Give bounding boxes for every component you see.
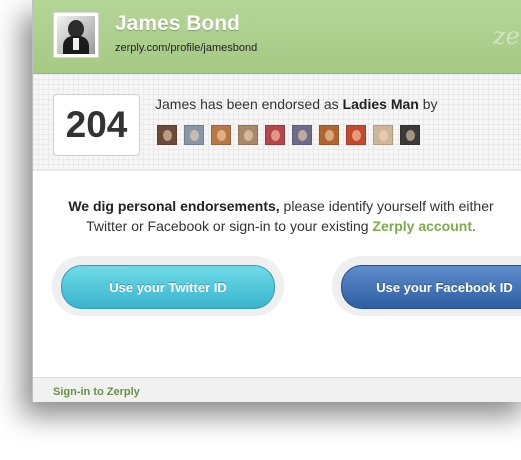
profile-header: James Bond zerply.com/profile/jamesbond … xyxy=(33,0,521,74)
endorser-avatar[interactable] xyxy=(157,125,177,145)
profile-url: zerply.com/profile/jamesbond xyxy=(115,42,258,54)
endorser-avatar[interactable] xyxy=(346,125,366,145)
zerply-account-link[interactable]: Zerply account xyxy=(372,218,472,234)
identify-message: We dig personal endorsements, please ide… xyxy=(33,196,521,236)
endorsement-prefix: James has been endorsed as xyxy=(155,96,343,112)
endorser-avatar[interactable] xyxy=(373,125,393,145)
endorsement-title: Ladies Man xyxy=(342,96,419,112)
endorser-avatar[interactable] xyxy=(292,125,312,145)
endorser-avatar[interactable] xyxy=(238,125,258,145)
zerply-logo-watermark: ze xyxy=(493,22,520,50)
message-bold: We dig personal endorsements, xyxy=(68,198,280,214)
endorser-avatar[interactable] xyxy=(184,125,204,145)
dialog-footer: Sign-in to Zerply xyxy=(33,377,521,402)
profile-photo xyxy=(57,16,95,54)
twitter-login-button[interactable]: Use your Twitter ID xyxy=(61,265,275,309)
message-line2: Twitter or Facebook or sign-in to your e… xyxy=(86,218,373,234)
endorsement-summary: James has been endorsed as Ladies Man by xyxy=(155,96,438,112)
endorser-avatar[interactable] xyxy=(400,125,420,145)
facebook-button-frame: Use your Facebook ID xyxy=(332,256,521,316)
endorser-avatar[interactable] xyxy=(319,125,339,145)
profile-name: James Bond xyxy=(115,12,240,35)
message-rest: please identify yourself with either xyxy=(279,198,494,214)
endorsement-dialog: James Bond zerply.com/profile/jamesbond … xyxy=(32,0,521,402)
message-period: . xyxy=(472,218,476,234)
avatar xyxy=(53,12,99,58)
endorser-list xyxy=(157,125,427,145)
endorser-avatar[interactable] xyxy=(265,125,285,145)
twitter-button-frame: Use your Twitter ID xyxy=(52,256,284,316)
endorsement-suffix: by xyxy=(418,96,438,112)
facebook-login-button[interactable]: Use your Facebook ID xyxy=(341,265,521,309)
endorsement-panel: 204 James has been endorsed as Ladies Ma… xyxy=(33,74,521,171)
endorsement-count: 204 xyxy=(53,94,140,156)
signin-link[interactable]: Sign-in to Zerply xyxy=(53,386,140,398)
endorser-avatar[interactable] xyxy=(211,125,231,145)
